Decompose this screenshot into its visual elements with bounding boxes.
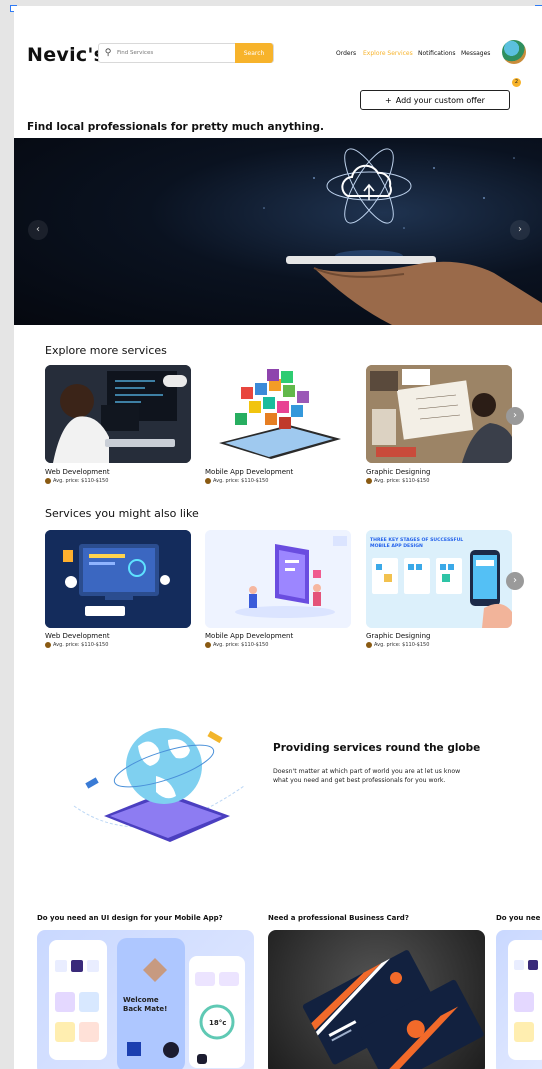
hero-prev-button[interactable]: ‹: [28, 220, 48, 240]
also-like-card-price: Avg. price: $110-$150: [205, 642, 268, 648]
graphic-banner-line2: MOBILE APP DESIGN: [370, 543, 423, 549]
plus-icon: +: [385, 95, 392, 105]
coin-icon: [45, 642, 51, 648]
price-label: Avg. price: $110-$150: [374, 642, 430, 648]
also-like-card-title[interactable]: Web Development: [45, 632, 110, 640]
explore-card-mobile-app-image[interactable]: [205, 365, 351, 463]
search-input[interactable]: [117, 50, 235, 56]
also-like-card-title[interactable]: Graphic Designing: [366, 632, 430, 640]
price-label: Avg. price: $110-$150: [53, 478, 109, 484]
explore-card-price: Avg. price: $110-$150: [205, 478, 268, 484]
hero-banner: ‹ ›: [14, 138, 542, 325]
coin-icon: [366, 642, 372, 648]
notification-badge: 2: [512, 78, 521, 87]
avatar[interactable]: [502, 40, 526, 64]
nav-notifications[interactable]: Notifications: [418, 50, 456, 57]
also-like-next-button[interactable]: ›: [506, 572, 524, 590]
promo-title-partial: Do you nee: [496, 914, 541, 922]
also-like-card-mobile-app-image[interactable]: [205, 530, 351, 628]
search-bar: ⚲ Search: [98, 43, 274, 63]
explore-card-title[interactable]: Mobile App Development: [205, 468, 293, 476]
also-like-card-graphic-design-image[interactable]: THREE KEY STAGES OF SUCCESSFUL MOBILE AP…: [366, 530, 512, 628]
hero-illustration: [263, 148, 542, 325]
also-like-section-title: Services you might also like: [45, 507, 199, 520]
explore-card-price: Avg. price: $110-$150: [45, 478, 108, 484]
nav-orders[interactable]: Orders: [336, 50, 356, 57]
promo-title-ui-design: Do you need an UI design for your Mobile…: [37, 914, 223, 922]
coin-icon: [205, 478, 211, 484]
add-custom-offer-button[interactable]: + Add your custom offer: [360, 90, 510, 110]
coin-icon: [205, 642, 211, 648]
price-label: Avg. price: $110-$150: [53, 642, 109, 648]
coin-icon: [45, 478, 51, 484]
price-label: Avg. price: $110-$150: [213, 642, 269, 648]
also-like-card-price: Avg. price: $110-$150: [45, 642, 108, 648]
also-like-card-title[interactable]: Mobile App Development: [205, 632, 293, 640]
promo-title-business-card: Need a professional Business Card?: [268, 914, 409, 922]
graphic-banner-line1: THREE KEY STAGES OF SUCCESSFUL: [370, 537, 463, 543]
search-button[interactable]: Search: [235, 43, 273, 63]
explore-section-title: Explore more services: [45, 344, 167, 357]
globe-illustration: [73, 728, 244, 842]
mock-welcome-line2: Back Mate!: [123, 1005, 167, 1013]
price-label: Avg. price: $110-$150: [374, 478, 430, 484]
nav-explore-services[interactable]: Explore Services: [363, 50, 413, 57]
explore-card-title[interactable]: Web Development: [45, 468, 110, 476]
explore-card-graphic-design-image[interactable]: [366, 365, 512, 463]
promo-card-ui-design-image[interactable]: Welcome Back Mate! 18°c: [37, 930, 254, 1069]
nav-messages[interactable]: Messages: [461, 50, 490, 57]
explore-card-web-dev-image[interactable]: [45, 365, 191, 463]
mock-temperature: 18°c: [209, 1019, 226, 1027]
globe-description: Doesn't matter at which part of world yo…: [273, 768, 461, 784]
add-custom-offer-label: Add your custom offer: [395, 95, 485, 105]
globe-title: Providing services round the globe: [273, 742, 481, 754]
explore-card-price: Avg. price: $110-$150: [366, 478, 429, 484]
search-icon: ⚲: [104, 48, 112, 58]
also-like-card-price: Avg. price: $110-$150: [366, 642, 429, 648]
promo-card-business-card-image[interactable]: [268, 930, 485, 1069]
coin-icon: [366, 478, 372, 484]
explore-card-title[interactable]: Graphic Designing: [366, 468, 430, 476]
price-label: Avg. price: $110-$150: [213, 478, 269, 484]
promo-card-partial-image[interactable]: [496, 930, 542, 1069]
also-like-card-web-dev-image[interactable]: [45, 530, 191, 628]
page-headline: Find local professionals for pretty much…: [27, 121, 324, 133]
mock-welcome-line1: Welcome: [123, 996, 159, 1004]
logo[interactable]: Nevic's: [27, 44, 105, 66]
explore-next-button[interactable]: ›: [506, 407, 524, 425]
hero-next-button[interactable]: ›: [510, 220, 530, 240]
page-frame: Nevic's ⚲ Search Orders Explore Services…: [14, 6, 542, 1069]
